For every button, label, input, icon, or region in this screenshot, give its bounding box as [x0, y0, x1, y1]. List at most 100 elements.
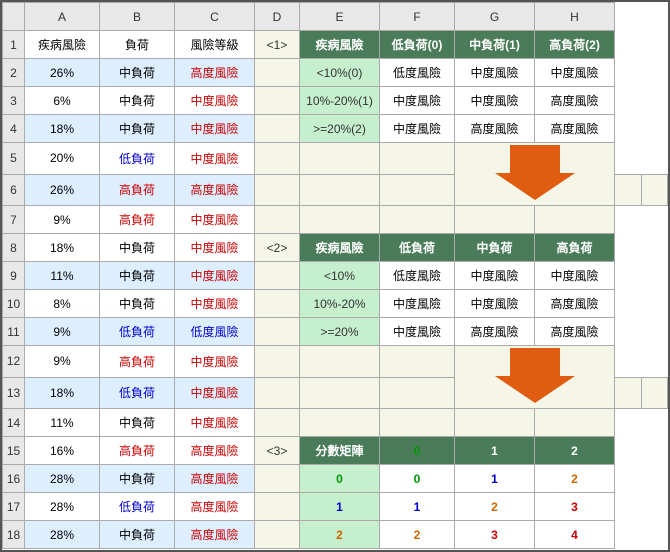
cell-h-10[interactable]: 高度風險: [535, 290, 615, 318]
cell-b-17[interactable]: 低負荷: [100, 493, 175, 521]
cell-b-5[interactable]: 低負荷: [100, 143, 175, 175]
cell-h-2[interactable]: 中度風險: [535, 59, 615, 87]
cell-c-4[interactable]: 中度風險: [175, 115, 255, 143]
cell-a-4[interactable]: 18%: [25, 115, 100, 143]
cell-h-1[interactable]: 高負荷(2): [535, 31, 615, 59]
cell-f-7[interactable]: [380, 206, 455, 234]
cell-c-9[interactable]: 中度風險: [175, 262, 255, 290]
col-b-header[interactable]: B: [100, 3, 175, 31]
cell-f-13[interactable]: [380, 377, 455, 409]
cell-a-6[interactable]: 26%: [25, 174, 100, 206]
cell-a-17[interactable]: 28%: [25, 493, 100, 521]
cell-b-4[interactable]: 中負荷: [100, 115, 175, 143]
cell-b-9[interactable]: 中負荷: [100, 262, 175, 290]
cell-e-9[interactable]: <10%: [300, 262, 380, 290]
cell-c-2[interactable]: 高度風險: [175, 59, 255, 87]
cell-f-4[interactable]: 中度風險: [380, 115, 455, 143]
cell-b-2[interactable]: 中負荷: [100, 59, 175, 87]
cell-f-10[interactable]: 中度風險: [380, 290, 455, 318]
cell-e-2[interactable]: <10%(0): [300, 59, 380, 87]
cell-f-11[interactable]: 中度風險: [380, 318, 455, 346]
cell-c-17[interactable]: 高度風險: [175, 493, 255, 521]
cell-h-17[interactable]: 3: [535, 493, 615, 521]
cell-f-3[interactable]: 中度風險: [380, 87, 455, 115]
cell-c-15[interactable]: 高度風險: [175, 437, 255, 465]
cell-a-11[interactable]: 9%: [25, 318, 100, 346]
cell-a-8[interactable]: 18%: [25, 234, 100, 262]
cell-h-9[interactable]: 中度風險: [535, 262, 615, 290]
cell-a-15[interactable]: 16%: [25, 437, 100, 465]
cell-e-11[interactable]: >=20%: [300, 318, 380, 346]
cell-e-8[interactable]: 疾病風險: [300, 234, 380, 262]
cell-h-7[interactable]: [535, 206, 615, 234]
cell-e-15[interactable]: 分數矩陣: [300, 437, 380, 465]
cell-f-16[interactable]: 0: [380, 465, 455, 493]
cell-a-18[interactable]: 28%: [25, 521, 100, 549]
cell-e-3[interactable]: 10%-20%(1): [300, 87, 380, 115]
cell-c-5[interactable]: 中度風險: [175, 143, 255, 175]
cell-b-8[interactable]: 中負荷: [100, 234, 175, 262]
cell-e-7[interactable]: [300, 206, 380, 234]
cell-h-18[interactable]: 4: [535, 521, 615, 549]
cell-h-3[interactable]: 高度風險: [535, 87, 615, 115]
cell-b-6[interactable]: 高負荷: [100, 174, 175, 206]
cell-c-3[interactable]: 中度風險: [175, 87, 255, 115]
cell-b-16[interactable]: 中負荷: [100, 465, 175, 493]
cell-f-6[interactable]: [380, 174, 455, 206]
cell-b-11[interactable]: 低負荷: [100, 318, 175, 346]
cell-c-7[interactable]: 中度風險: [175, 206, 255, 234]
cell-f-9[interactable]: 低度風險: [380, 262, 455, 290]
cell-b-12[interactable]: 高負荷: [100, 346, 175, 378]
cell-h-15[interactable]: 2: [535, 437, 615, 465]
cell-h-6[interactable]: [641, 174, 668, 206]
cell-e-13[interactable]: [300, 377, 380, 409]
cell-b-10[interactable]: 中負荷: [100, 290, 175, 318]
cell-a-14[interactable]: 11%: [25, 409, 100, 437]
cell-f-17[interactable]: 1: [380, 493, 455, 521]
cell-c-13[interactable]: 中度風險: [175, 377, 255, 409]
cell-e-17[interactable]: 1: [300, 493, 380, 521]
cell-e-6[interactable]: [300, 174, 380, 206]
cell-f-12[interactable]: [380, 346, 455, 378]
cell-e-12[interactable]: [300, 346, 380, 378]
cell-f-8[interactable]: 低負荷: [380, 234, 455, 262]
cell-e-18[interactable]: 2: [300, 521, 380, 549]
cell-f-18[interactable]: 2: [380, 521, 455, 549]
col-e-header[interactable]: E: [300, 3, 380, 31]
cell-f-1[interactable]: 低負荷(0): [380, 31, 455, 59]
cell-e-14[interactable]: [300, 409, 380, 437]
cell-b-1[interactable]: 負荷: [100, 31, 175, 59]
cell-c-6[interactable]: 高度風險: [175, 174, 255, 206]
cell-b-3[interactable]: 中負荷: [100, 87, 175, 115]
cell-c-12[interactable]: 中度風險: [175, 346, 255, 378]
cell-h-14[interactable]: [535, 409, 615, 437]
cell-b-14[interactable]: 中負荷: [100, 409, 175, 437]
cell-a-3[interactable]: 6%: [25, 87, 100, 115]
col-a-header[interactable]: A: [25, 3, 100, 31]
cell-e-5[interactable]: [300, 143, 380, 175]
cell-f-2[interactable]: 低度風險: [380, 59, 455, 87]
col-g-header[interactable]: G: [455, 3, 535, 31]
cell-a-10[interactable]: 8%: [25, 290, 100, 318]
col-d-header[interactable]: D: [255, 3, 300, 31]
cell-a-5[interactable]: 20%: [25, 143, 100, 175]
cell-a-13[interactable]: 18%: [25, 377, 100, 409]
cell-b-7[interactable]: 高負荷: [100, 206, 175, 234]
cell-h-11[interactable]: 高度風險: [535, 318, 615, 346]
col-h-header[interactable]: H: [535, 3, 615, 31]
col-f-header[interactable]: F: [380, 3, 455, 31]
col-c-header[interactable]: C: [175, 3, 255, 31]
cell-h-16[interactable]: 2: [535, 465, 615, 493]
cell-b-15[interactable]: 高負荷: [100, 437, 175, 465]
cell-e-16[interactable]: 0: [300, 465, 380, 493]
cell-c-1[interactable]: 風險等級: [175, 31, 255, 59]
cell-a-1[interactable]: 疾病風險: [25, 31, 100, 59]
cell-h-4[interactable]: 高度風險: [535, 115, 615, 143]
cell-a-16[interactable]: 28%: [25, 465, 100, 493]
cell-f-15[interactable]: 0: [380, 437, 455, 465]
cell-a-2[interactable]: 26%: [25, 59, 100, 87]
cell-a-12[interactable]: 9%: [25, 346, 100, 378]
cell-c-8[interactable]: 中度風險: [175, 234, 255, 262]
cell-c-11[interactable]: 低度風險: [175, 318, 255, 346]
cell-h-13[interactable]: [641, 377, 668, 409]
